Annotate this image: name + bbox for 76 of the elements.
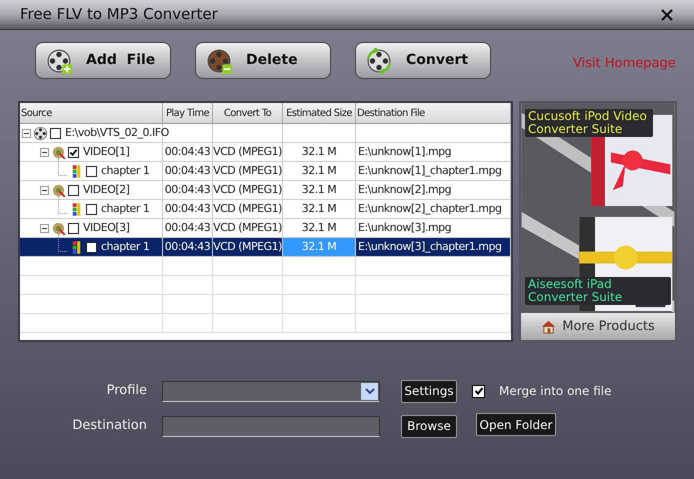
table-cell: 00:04:43 xyxy=(163,162,213,180)
column-header[interactable]: Source xyxy=(20,103,163,123)
close-icon[interactable] xyxy=(660,8,674,22)
checkbox[interactable] xyxy=(86,166,97,176)
checkbox[interactable] xyxy=(86,204,97,214)
column-header[interactable]: Estimated Size xyxy=(283,103,356,123)
destination-label: Destination xyxy=(71,417,147,436)
window-title: Free FLV to MP3 Converter xyxy=(20,4,219,26)
table-cell: 32.1 M xyxy=(283,181,356,199)
table-row[interactable]: VIDEO[3] 00:04:43 VCD (MPEG1) 32.1 M E:\unknow[3].mpg xyxy=(20,219,511,238)
video-icon xyxy=(51,220,66,236)
table-cell: E:\unknow[2]_chapter1.mpg xyxy=(356,200,511,218)
table-cell: E:\unknow[3]_chapter1.mpg xyxy=(356,238,511,256)
source-name: chapter 1 xyxy=(101,162,150,179)
table-cell: 00:04:43 xyxy=(163,181,213,199)
profile-label: Profile xyxy=(106,382,147,400)
table-cell: VCD (MPEG1) xyxy=(213,219,283,237)
table-cell: E:\unknow[1].mpg xyxy=(356,143,511,161)
destination-field[interactable] xyxy=(162,416,380,436)
source-name: VIDEO[1] xyxy=(83,144,130,160)
source-name: VIDEO[2] xyxy=(83,182,130,198)
merge-label: Merge into one file xyxy=(499,383,612,400)
table-cell: 32.1 M xyxy=(283,162,356,180)
table-cell: E:\unknow[1]_chapter1.mpg xyxy=(356,162,511,180)
source-name: chapter 1 xyxy=(101,238,150,255)
column-header[interactable]: Play Time xyxy=(163,103,213,123)
delete-button[interactable]: Delete xyxy=(195,42,331,79)
profile-dropdown[interactable] xyxy=(162,380,380,402)
house-icon xyxy=(541,319,556,334)
table-row[interactable]: VIDEO[2] 00:04:43 VCD (MPEG1) 32.1 M E:\unknow[2].mpg xyxy=(20,181,511,200)
checkbox[interactable] xyxy=(50,128,61,138)
video-icon xyxy=(51,144,66,160)
table-cell: 32.1 M xyxy=(283,219,356,237)
column-header[interactable]: Destination File xyxy=(356,103,511,123)
source-name: chapter 1 xyxy=(101,200,150,217)
column-header[interactable]: Convert To xyxy=(213,103,283,123)
film-reel-arrows-icon xyxy=(366,48,392,74)
table-cell: 32.1 M xyxy=(283,238,356,256)
checkbox[interactable] xyxy=(86,242,97,252)
chevron-down-icon xyxy=(361,382,378,400)
video-icon xyxy=(51,182,66,198)
table-cell: VCD (MPEG1) xyxy=(213,181,283,199)
settings-button[interactable]: Settings xyxy=(401,380,457,402)
table-cell: 32.1 M xyxy=(283,143,356,161)
browse-button[interactable]: Browse xyxy=(401,414,457,438)
checkbox[interactable] xyxy=(68,146,79,158)
film-reel-plus-icon xyxy=(46,48,72,74)
table-cell: E:\unknow[2].mpg xyxy=(356,181,511,199)
table-cell: 00:04:43 xyxy=(163,219,213,237)
product-name[interactable]: Aiseesoft iPad Converter Suite xyxy=(525,277,671,305)
convert-button[interactable]: Convert xyxy=(355,42,491,79)
table-cell: VCD (MPEG1) xyxy=(213,143,283,161)
source-name: VIDEO[3] xyxy=(83,220,130,236)
table-row[interactable]: E:\vob\VTS_02_0.IFO xyxy=(20,124,511,143)
checkbox[interactable] xyxy=(68,222,79,234)
open-folder-button[interactable]: Open Folder xyxy=(476,413,556,436)
film-reel-icon xyxy=(33,126,48,140)
table-cell: 00:04:43 xyxy=(163,143,213,161)
table-cell: VCD (MPEG1) xyxy=(213,162,283,180)
collapse-icon[interactable] xyxy=(40,186,49,194)
more-products-button[interactable]: More Products xyxy=(521,313,675,340)
collapse-icon[interactable] xyxy=(22,128,31,138)
merge-checkbox[interactable] xyxy=(472,384,485,398)
collapse-icon[interactable] xyxy=(40,224,49,232)
checkbox[interactable] xyxy=(68,184,79,196)
table-cell: 00:04:43 xyxy=(163,200,213,218)
source-name: E:\vob\VTS_02_0.IFO xyxy=(65,124,169,141)
table-cell: VCD (MPEG1) xyxy=(213,200,283,218)
table-cell: 00:04:43 xyxy=(163,238,213,256)
product-name[interactable]: Cucusoft iPod Video Converter Suite xyxy=(525,109,653,137)
film-reel-minus-icon xyxy=(206,48,232,74)
table-cell: E:\unknow[3].mpg xyxy=(356,219,511,237)
add-file-button[interactable]: Add File xyxy=(35,42,171,79)
table-row[interactable]: VIDEO[1] 00:04:43 VCD (MPEG1) 32.1 M E:\unknow[1].mpg xyxy=(20,143,511,162)
table-cell: 32.1 M xyxy=(283,200,356,218)
collapse-icon[interactable] xyxy=(40,148,49,156)
